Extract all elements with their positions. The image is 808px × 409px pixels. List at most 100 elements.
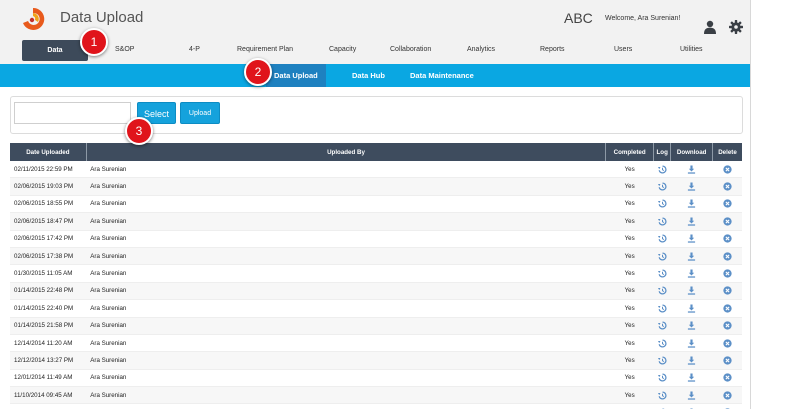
cell-completed: Yes <box>605 161 654 179</box>
cell-completed: Yes <box>605 386 654 405</box>
cell-download <box>670 282 713 301</box>
delete-icon[interactable] <box>723 286 732 296</box>
history-icon[interactable] <box>657 339 667 348</box>
download-icon[interactable] <box>687 165 696 174</box>
cell-log <box>653 230 671 248</box>
cell-delete <box>712 369 742 388</box>
cell-uploaded-by: Ara Surenian <box>86 386 606 405</box>
main-nav-item-data[interactable]: Data <box>22 40 88 61</box>
delete-icon[interactable] <box>723 182 732 191</box>
delete-icon[interactable] <box>723 199 732 209</box>
history-icon[interactable] <box>657 252 667 261</box>
upload-button[interactable]: Upload <box>180 102 220 124</box>
main-nav-item-requirement-plan[interactable]: Requirement Plan <box>237 46 293 53</box>
history-icon[interactable] <box>657 165 667 174</box>
cell-log <box>653 177 671 196</box>
column-header-delete[interactable]: Delete <box>712 143 742 161</box>
main-nav-item-analytics[interactable]: Analytics <box>467 46 495 53</box>
table-row: 01/30/2015 11:05 AM Ara Surenian Yes <box>10 264 742 283</box>
cell-delete <box>712 161 742 179</box>
delete-icon[interactable] <box>723 304 732 313</box>
download-icon[interactable] <box>687 391 696 400</box>
main-nav-item-collaboration[interactable]: Collaboration <box>390 46 431 53</box>
cell-uploaded-by: Ara Surenian <box>86 195 606 214</box>
cell-date-uploaded: 12/01/2014 11:49 AM <box>10 369 87 388</box>
download-icon[interactable] <box>687 234 696 243</box>
main-nav-item-4p[interactable]: 4-P <box>189 46 200 53</box>
cell-download <box>670 386 713 405</box>
history-icon[interactable] <box>657 373 667 382</box>
history-icon[interactable] <box>657 304 667 313</box>
column-header-date-uploaded[interactable]: Date Uploaded <box>10 143 87 161</box>
column-header-download[interactable]: Download <box>670 143 713 161</box>
history-icon[interactable] <box>657 199 667 209</box>
user-icon[interactable] <box>704 20 716 34</box>
callout-badge-2: 2 <box>244 58 272 86</box>
column-header-completed[interactable]: Completed <box>605 143 655 161</box>
main-nav-item-users[interactable]: Users <box>614 46 632 53</box>
delete-icon[interactable] <box>723 338 732 348</box>
cell-uploaded-by: Ara Surenian <box>86 177 606 196</box>
cell-completed: Yes <box>605 369 654 388</box>
table-row: 02/06/2015 18:47 PM Ara Surenian Yes <box>10 212 742 231</box>
download-icon[interactable] <box>687 356 696 365</box>
download-icon[interactable] <box>687 182 696 191</box>
cell-delete <box>712 195 742 214</box>
download-icon[interactable] <box>687 373 696 383</box>
cell-delete <box>712 351 742 370</box>
history-icon[interactable] <box>657 269 667 278</box>
main-nav-item-capacity[interactable]: Capacity <box>329 46 356 53</box>
delete-icon[interactable] <box>723 373 732 383</box>
cell-log <box>653 351 671 370</box>
download-icon[interactable] <box>687 217 696 226</box>
uploads-table: Date Uploaded Uploaded By Completed Log … <box>10 143 742 409</box>
cell-delete <box>712 177 742 196</box>
cell-delete <box>712 403 742 409</box>
main-nav-item-sop[interactable]: S&OP <box>115 46 134 53</box>
delete-icon[interactable] <box>723 269 732 278</box>
gear-icon[interactable] <box>729 20 743 34</box>
delete-icon[interactable] <box>723 165 732 174</box>
delete-icon[interactable] <box>723 391 732 400</box>
download-icon[interactable] <box>687 269 696 278</box>
delete-icon[interactable] <box>723 217 732 226</box>
history-icon[interactable] <box>657 321 667 330</box>
file-path-input[interactable] <box>14 102 131 124</box>
cell-date-uploaded: 12/14/2014 11:20 AM <box>10 334 87 353</box>
cell-log <box>653 403 671 409</box>
cell-download <box>670 247 713 266</box>
app-logo-icon <box>21 7 45 31</box>
history-icon[interactable] <box>657 182 667 191</box>
download-icon[interactable] <box>687 321 696 330</box>
delete-icon[interactable] <box>723 234 732 243</box>
header-bar: Data Upload ABC Welcome, Ara Surenian! <box>0 0 750 37</box>
sub-nav-item-data-maintenance[interactable]: Data Maintenance <box>402 64 482 87</box>
history-icon[interactable] <box>657 217 667 226</box>
column-header-uploaded-by[interactable]: Uploaded By <box>86 143 607 161</box>
column-header-log[interactable]: Log <box>653 143 672 161</box>
sub-nav-item-data-upload[interactable]: Data Upload <box>266 64 326 87</box>
main-nav-item-reports[interactable]: Reports <box>540 46 565 53</box>
history-icon[interactable] <box>657 391 667 400</box>
cell-completed: Yes <box>605 299 654 318</box>
cell-delete <box>712 230 742 248</box>
history-icon[interactable] <box>657 286 667 295</box>
cell-uploaded-by: Ara Surenian <box>86 264 606 283</box>
cell-uploaded-by: Ara Surenian <box>86 351 606 370</box>
main-nav-item-utilities[interactable]: Utilities <box>680 46 703 53</box>
download-icon[interactable] <box>687 252 696 261</box>
download-icon[interactable] <box>687 199 696 209</box>
history-icon[interactable] <box>657 234 667 243</box>
cell-log <box>653 264 671 283</box>
delete-icon[interactable] <box>723 356 732 365</box>
history-icon[interactable] <box>657 356 667 365</box>
download-icon[interactable] <box>687 304 696 313</box>
download-icon[interactable] <box>687 286 696 296</box>
delete-icon[interactable] <box>723 321 732 330</box>
table-row: 01/14/2015 22:40 PM Ara Surenian Yes <box>10 299 742 318</box>
delete-icon[interactable] <box>723 252 732 261</box>
download-icon[interactable] <box>687 339 696 348</box>
cell-log <box>653 369 671 388</box>
sub-nav-item-data-hub[interactable]: Data Hub <box>344 64 393 87</box>
cell-log <box>653 161 671 179</box>
